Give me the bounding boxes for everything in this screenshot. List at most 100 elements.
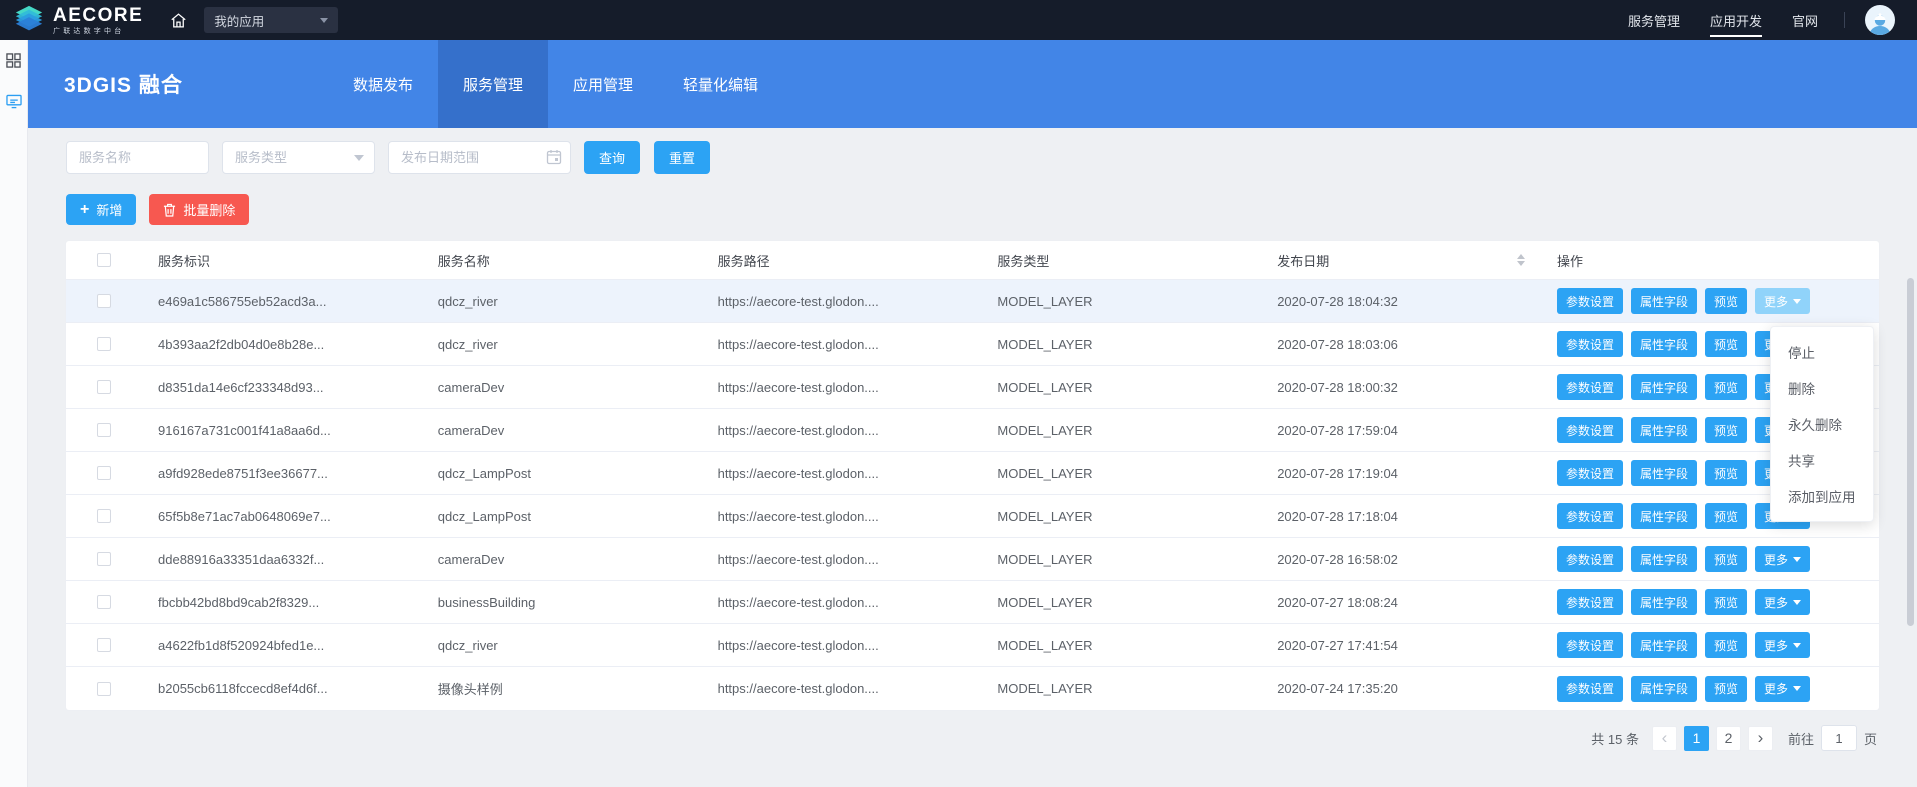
table-row[interactable]: d8351da14e6cf233348d93... cameraDev http… bbox=[66, 366, 1879, 409]
row-checkbox[interactable] bbox=[97, 682, 111, 696]
next-page-button[interactable]: › bbox=[1748, 726, 1773, 751]
preview-button[interactable]: 预览 bbox=[1705, 632, 1747, 658]
user-avatar[interactable] bbox=[1865, 5, 1895, 35]
row-checkbox[interactable] bbox=[97, 294, 111, 308]
row-checkbox[interactable] bbox=[97, 509, 111, 523]
service-type-select[interactable] bbox=[222, 141, 375, 174]
menu-item-stop[interactable]: 停止 bbox=[1771, 334, 1873, 370]
menu-item-permanent-delete[interactable]: 永久删除 bbox=[1771, 406, 1873, 442]
vertical-scrollbar[interactable] bbox=[1907, 278, 1914, 626]
table-row[interactable]: 916167a731c001f41a8aa6d... cameraDev htt… bbox=[66, 409, 1879, 452]
brand-logo: AECORE 广联达数字中台 bbox=[12, 4, 143, 36]
services-table: 服务标识 服务名称 服务路径 服务类型 发布日期 操作 e469a1c58675… bbox=[66, 241, 1879, 710]
sort-icon[interactable] bbox=[1517, 254, 1525, 266]
row-type: MODEL_LAYER bbox=[997, 380, 1277, 395]
menu-item-share[interactable]: 共享 bbox=[1771, 442, 1873, 478]
app-select[interactable]: 我的应用 bbox=[204, 7, 338, 33]
table-row[interactable]: 4b393aa2f2db04d0e8b28e... qdcz_river htt… bbox=[66, 323, 1879, 366]
attribute-fields-button[interactable]: 属性字段 bbox=[1631, 417, 1697, 443]
page-button-2[interactable]: 2 bbox=[1716, 726, 1741, 751]
row-checkbox[interactable] bbox=[97, 380, 111, 394]
preview-button[interactable]: 预览 bbox=[1705, 676, 1747, 702]
param-settings-button[interactable]: 参数设置 bbox=[1557, 503, 1623, 529]
batch-delete-button[interactable]: 批量删除 bbox=[149, 194, 249, 225]
tab-data-publish[interactable]: 数据发布 bbox=[328, 40, 438, 128]
more-button[interactable]: 更多 bbox=[1755, 632, 1810, 658]
brand-subtitle: 广联达数字中台 bbox=[53, 28, 143, 35]
param-settings-button[interactable]: 参数设置 bbox=[1557, 331, 1623, 357]
table-row[interactable]: 65f5b8e71ac7ab0648069e7... qdcz_LampPost… bbox=[66, 495, 1879, 538]
row-checkbox[interactable] bbox=[97, 423, 111, 437]
param-settings-button[interactable]: 参数设置 bbox=[1557, 632, 1623, 658]
param-settings-button[interactable]: 参数设置 bbox=[1557, 546, 1623, 572]
row-checkbox[interactable] bbox=[97, 466, 111, 480]
service-name-input[interactable] bbox=[66, 141, 209, 174]
select-all-checkbox[interactable] bbox=[97, 253, 111, 267]
reset-button[interactable]: 重置 bbox=[654, 141, 710, 174]
table-row[interactable]: dde88916a33351daa6332f... cameraDev http… bbox=[66, 538, 1879, 581]
attribute-fields-button[interactable]: 属性字段 bbox=[1631, 589, 1697, 615]
row-checkbox[interactable] bbox=[97, 337, 111, 351]
page-button-1[interactable]: 1 bbox=[1684, 726, 1709, 751]
preview-button[interactable]: 预览 bbox=[1705, 288, 1747, 314]
add-button[interactable]: + 新增 bbox=[66, 194, 136, 225]
preview-button[interactable]: 预览 bbox=[1705, 503, 1747, 529]
row-checkbox[interactable] bbox=[97, 552, 111, 566]
more-button[interactable]: 更多 bbox=[1755, 546, 1810, 572]
goto-page-input[interactable] bbox=[1821, 725, 1857, 751]
attribute-fields-button[interactable]: 属性字段 bbox=[1631, 632, 1697, 658]
attribute-fields-button[interactable]: 属性字段 bbox=[1631, 503, 1697, 529]
table-row[interactable]: e469a1c586755eb52acd3a... qdcz_river htt… bbox=[66, 280, 1879, 323]
publish-date-range-input[interactable] bbox=[388, 141, 571, 174]
attribute-fields-button[interactable]: 属性字段 bbox=[1631, 331, 1697, 357]
page-header: 3DGIS 融合 数据发布 服务管理 应用管理 轻量化编辑 bbox=[28, 40, 1917, 128]
table-row[interactable]: a4622fb1d8f520924bfed1e... qdcz_river ht… bbox=[66, 624, 1879, 667]
topnav-official-site[interactable]: 官网 bbox=[1792, 0, 1818, 40]
param-settings-button[interactable]: 参数设置 bbox=[1557, 374, 1623, 400]
param-settings-button[interactable]: 参数设置 bbox=[1557, 288, 1623, 314]
home-icon[interactable] bbox=[169, 11, 188, 30]
param-settings-button[interactable]: 参数设置 bbox=[1557, 417, 1623, 443]
search-button[interactable]: 查询 bbox=[584, 141, 640, 174]
prev-page-button[interactable]: ‹ bbox=[1652, 726, 1677, 751]
preview-button[interactable]: 预览 bbox=[1705, 374, 1747, 400]
preview-button[interactable]: 预览 bbox=[1705, 417, 1747, 443]
table-row[interactable]: b2055cb6118fccecd8ef4d6f... 摄像头样例 https:… bbox=[66, 667, 1879, 710]
table-row[interactable]: fbcbb42bd8bd9cab2f8329... businessBuildi… bbox=[66, 581, 1879, 624]
menu-item-add-to-app[interactable]: 添加到应用 bbox=[1771, 478, 1873, 514]
row-date: 2020-07-28 17:18:04 bbox=[1277, 509, 1557, 524]
row-date: 2020-07-28 16:58:02 bbox=[1277, 552, 1557, 567]
more-button[interactable]: 更多 bbox=[1755, 589, 1810, 615]
row-checkbox[interactable] bbox=[97, 595, 111, 609]
row-date: 2020-07-28 18:04:32 bbox=[1277, 294, 1557, 309]
attribute-fields-button[interactable]: 属性字段 bbox=[1631, 546, 1697, 572]
screen-monitor-icon[interactable] bbox=[6, 94, 22, 109]
param-settings-button[interactable]: 参数设置 bbox=[1557, 589, 1623, 615]
attribute-fields-button[interactable]: 属性字段 bbox=[1631, 676, 1697, 702]
param-settings-button[interactable]: 参数设置 bbox=[1557, 676, 1623, 702]
preview-button[interactable]: 预览 bbox=[1705, 331, 1747, 357]
param-settings-button[interactable]: 参数设置 bbox=[1557, 460, 1623, 486]
row-date: 2020-07-28 18:00:32 bbox=[1277, 380, 1557, 395]
dashboard-layout-icon[interactable] bbox=[6, 53, 21, 68]
topnav-service-management[interactable]: 服务管理 bbox=[1628, 0, 1680, 40]
more-button[interactable]: 更多 bbox=[1755, 676, 1810, 702]
row-id: 4b393aa2f2db04d0e8b28e... bbox=[158, 337, 438, 352]
tab-service-management[interactable]: 服务管理 bbox=[438, 40, 548, 128]
topnav-app-development[interactable]: 应用开发 bbox=[1710, 0, 1762, 40]
table-row[interactable]: a9fd928ede8751f3ee36677... qdcz_LampPost… bbox=[66, 452, 1879, 495]
preview-button[interactable]: 预览 bbox=[1705, 460, 1747, 486]
attribute-fields-button[interactable]: 属性字段 bbox=[1631, 288, 1697, 314]
attribute-fields-button[interactable]: 属性字段 bbox=[1631, 460, 1697, 486]
preview-button[interactable]: 预览 bbox=[1705, 546, 1747, 572]
row-type: MODEL_LAYER bbox=[997, 294, 1277, 309]
caret-down-icon bbox=[1793, 643, 1801, 648]
preview-button[interactable]: 预览 bbox=[1705, 589, 1747, 615]
menu-item-delete[interactable]: 删除 bbox=[1771, 370, 1873, 406]
attribute-fields-button[interactable]: 属性字段 bbox=[1631, 374, 1697, 400]
tab-lightweight-edit[interactable]: 轻量化编辑 bbox=[658, 40, 783, 128]
row-checkbox[interactable] bbox=[97, 638, 111, 652]
brand-name: AECORE bbox=[53, 6, 143, 25]
tab-app-management[interactable]: 应用管理 bbox=[548, 40, 658, 128]
more-button[interactable]: 更多 bbox=[1755, 288, 1810, 314]
